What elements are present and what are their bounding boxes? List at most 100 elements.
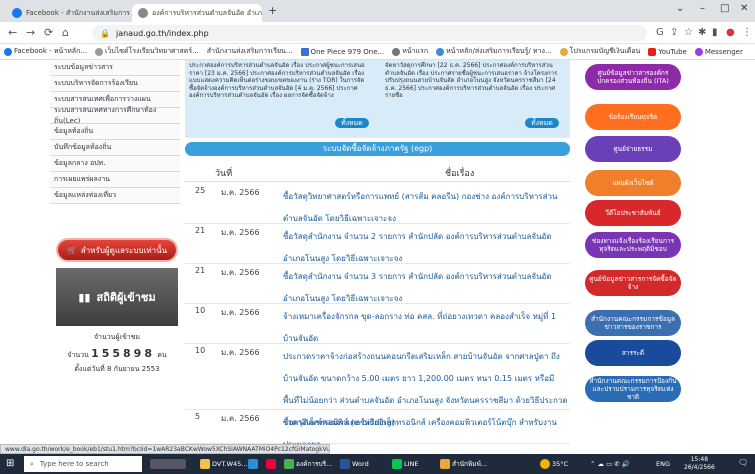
table-row[interactable]: 25 ม.ค. 2566 ซื้อวัสดุวิทยาศาสตร์หรือการแพ… — [185, 184, 570, 224]
clock[interactable]: 15:48 26/4/2566 — [684, 456, 715, 472]
star-icon[interactable]: ☆ — [684, 27, 693, 38]
forward-icon[interactable]: → — [26, 26, 35, 39]
right-banner[interactable]: ข้อร้องเรียนทุจริต — [585, 104, 681, 130]
sidebar-menu-item[interactable]: ระบบบริหารจัดการร้องเรียน — [50, 76, 180, 92]
table-row[interactable]: 10 ม.ค. 2566 จ้างเหมาเครื่องจักรกล ขุด-ลอก… — [185, 304, 570, 344]
table-row[interactable]: 5 ม.ค. 2566 ซื้อครุภัณฑ์คอมพิวเตอร์หรืออิเ… — [185, 410, 570, 444]
right-banner[interactable]: ศูนย์ข้อมูลข่าวสารการจัดซื้อจัดจ้าง — [585, 270, 681, 296]
row-day: 21 — [195, 226, 206, 235]
taskbar-item[interactable]: LINE — [392, 457, 419, 471]
taskbar-item[interactable] — [248, 457, 258, 471]
bookmark-item[interactable]: โปรแกรมบัญชีเงินเดือน — [559, 46, 640, 57]
bookmark-item[interactable]: Facebook - หน้าหลัก... — [4, 46, 87, 57]
row-day: 21 — [195, 266, 206, 275]
bookmark-item[interactable]: One Piece 979 One... — [300, 47, 384, 56]
word-icon — [340, 459, 350, 469]
sidebar-icon[interactable]: ▮ — [712, 27, 718, 38]
image-icon — [150, 459, 186, 469]
news-panel: ประกาศองค์การบริหารส่วนตำบลจันอัด เรื่อง… — [185, 60, 570, 138]
right-banner[interactable]: แผนผังเว็บไซต์ — [585, 170, 681, 196]
url-bar[interactable]: 🔒 janaud.go.th/index.php — [92, 25, 647, 41]
line-icon — [392, 459, 402, 469]
globe-icon — [95, 47, 104, 56]
site-favicon-icon — [138, 8, 148, 18]
bookmark-item[interactable]: YouTube — [648, 47, 687, 56]
facebook-icon — [4, 47, 12, 56]
home-icon[interactable]: ⌂ — [62, 26, 69, 39]
table-row[interactable]: 10 ม.ค. 2566 ประกวดราคาจ้างก่อสร้างถนนคอนก… — [185, 344, 570, 427]
right-banner[interactable]: สำนักงานคณะกรรมการข้อมูลข่าวสารของราชการ — [585, 310, 681, 336]
table-row[interactable]: 21 ม.ค. 2566 ซื้อวัสดุสำนักงาน จำนวน 3 ราย… — [185, 264, 570, 304]
profile-avatar[interactable]: ● — [726, 27, 735, 38]
bookmark-item[interactable]: เว็บไซต์โรงเรียนวิทยาศาสตร์... — [95, 46, 199, 57]
procurement-title: ระบบจัดซื้อจัดจ้างภาครัฐ (egp) — [185, 142, 570, 156]
back-icon[interactable]: ← — [8, 26, 17, 39]
close-window-icon[interactable]: ✕ — [740, 3, 748, 14]
status-link-preview: www.dla.go.th/work/e_book/eb1/stu1.htm?b… — [0, 444, 330, 454]
right-banner[interactable]: ศูนย์ข้อมูลข่าวสารองค์กรปกครองส่วนท้องถิ… — [585, 64, 681, 90]
more-button[interactable]: ทั้งหมด — [525, 118, 559, 128]
taskbar: ⊞ ⌕ Type here to search DVT.W45... องค์ก… — [0, 454, 755, 474]
taskbar-search[interactable]: ⌕ Type here to search — [24, 456, 142, 472]
bookmark-item[interactable]: หน้าหลัก/ส่งเสริมการเรียนรู้/ ทาง... — [436, 46, 552, 57]
extension-icon[interactable]: ✱ — [698, 27, 706, 38]
maximize-icon[interactable]: □ — [720, 3, 729, 14]
language-indicator[interactable]: ENG — [656, 457, 670, 471]
globe-icon — [392, 47, 401, 56]
right-banner[interactable]: สารระดี — [585, 340, 681, 366]
bookmark-item[interactable]: หน้าแรก — [392, 46, 428, 57]
taskbar-item[interactable]: สำนักพิมพ์... — [440, 457, 487, 471]
google-icon[interactable]: G — [656, 27, 664, 38]
tray-icons: ⌃ ☁ ▭ ✆ 🔊 — [590, 460, 630, 468]
weather-widget[interactable]: 35°C — [540, 457, 568, 471]
bookmark-item[interactable]: สำนักงานส่งเสริมการเรียน... — [207, 46, 293, 57]
right-banner[interactable]: ช่องทางแจ้งเรื่องร้องเรียนการทุจริตและปร… — [585, 232, 681, 258]
row-title-link[interactable]: ซื้อครุภัณฑ์คอมพิวเตอร์หรืออิเล็กทรอนิกส… — [283, 412, 570, 444]
chrome-icon — [284, 459, 294, 469]
tab-janaud[interactable]: องค์การบริหารส่วนตำบลจันอัด อำเภอโ × — [132, 4, 262, 22]
sidebar-menu-item[interactable]: การเผยแพร่ผลงาน — [50, 172, 180, 188]
row-date: ม.ค. 2566 — [221, 308, 260, 317]
reload-icon[interactable]: ⟳ — [44, 26, 53, 39]
stats-banner: ▮▮ สถิติผู้เข้าชม — [56, 268, 178, 326]
row-day: 10 — [195, 346, 206, 355]
table-header: วันที่ ชื่อเรื่อง — [185, 162, 570, 182]
app-icon — [266, 459, 276, 469]
chart-icon: ▮▮ — [78, 290, 91, 304]
sidebar-menu-item[interactable]: ระบบสารสนเทศทางการศึกษาท้องถิ่น(Lec) — [50, 106, 180, 125]
table-row[interactable]: 21 ม.ค. 2566 ซื้อวัสดุสำนักงาน จำนวน 2 ราย… — [185, 224, 570, 264]
facebook-icon — [12, 8, 22, 18]
right-banner[interactable]: สำนักงานคณะกรรมการป้องกันและปราบปรามการท… — [585, 376, 681, 402]
right-banner[interactable]: ศูนย์จ่ายธรรม — [585, 136, 681, 162]
taskbar-item[interactable] — [266, 457, 276, 471]
bookmark-item[interactable]: Messenger — [694, 47, 743, 56]
sidebar-menu-item[interactable]: บันทึกข้อมูลท้องถิ่น — [50, 140, 180, 156]
taskbar-item[interactable]: Word — [340, 457, 369, 471]
taskbar-item[interactable]: องค์การบริ... — [284, 457, 332, 471]
system-tray[interactable]: ⌃ ☁ ▭ ✆ 🔊 — [590, 457, 630, 471]
menu-icon[interactable]: ⋮ — [742, 27, 752, 38]
sidebar-menu-item[interactable]: ข้อมูลแหล่งท่องเที่ยว — [50, 188, 180, 204]
new-tab-button[interactable]: + — [268, 4, 277, 17]
tab-facebook[interactable]: Facebook - สำนักงานส่งเสริมการเรียนรู้..… — [6, 4, 130, 22]
bookmark-icon — [300, 47, 309, 56]
news-right-text[interactable]: จัดหาวัสดุการศึกษา [22 ธ.ค. 2566] ประกาศ… — [385, 62, 565, 100]
news-left-text[interactable]: ประกาศองค์การบริหารส่วนตำบลจันอัด เรื่อง… — [189, 62, 369, 100]
taskbar-image-thumb[interactable] — [150, 457, 186, 471]
taskbar-item[interactable]: DVT.W45... — [200, 457, 248, 471]
sidebar-menu-item[interactable]: ระบบข้อมูลข่าวสาร — [50, 60, 180, 76]
chevron-down-icon[interactable]: ⌄ — [676, 3, 684, 14]
admin-login-button[interactable]: 🛒 สำหรับผู้ดูแลระบบเท่านั้น — [56, 238, 178, 262]
youtube-icon — [648, 47, 657, 56]
right-banner[interactable]: วีดีโอประชาสัมพันธ์ — [585, 200, 681, 226]
notification-icon[interactable]: 🗨 — [738, 458, 748, 467]
right-banners: ศูนย์ข้อมูลข่าวสารองค์กรปกครองส่วนท้องถิ… — [585, 60, 685, 444]
share-icon[interactable]: ⇪ — [670, 27, 678, 38]
tab-strip: Facebook - สำนักงานส่งเสริมการเรียนรู้..… — [0, 0, 755, 22]
row-date: ม.ค. 2566 — [221, 268, 260, 277]
sidebar-menu-item[interactable]: ข้อมูลกลาง อปท. — [50, 156, 180, 172]
more-button[interactable]: ทั้งหมด — [335, 118, 369, 128]
column-date: วันที่ — [215, 169, 233, 179]
minimize-icon[interactable]: – — [700, 3, 705, 14]
windows-start-icon[interactable]: ⊞ — [6, 458, 14, 469]
